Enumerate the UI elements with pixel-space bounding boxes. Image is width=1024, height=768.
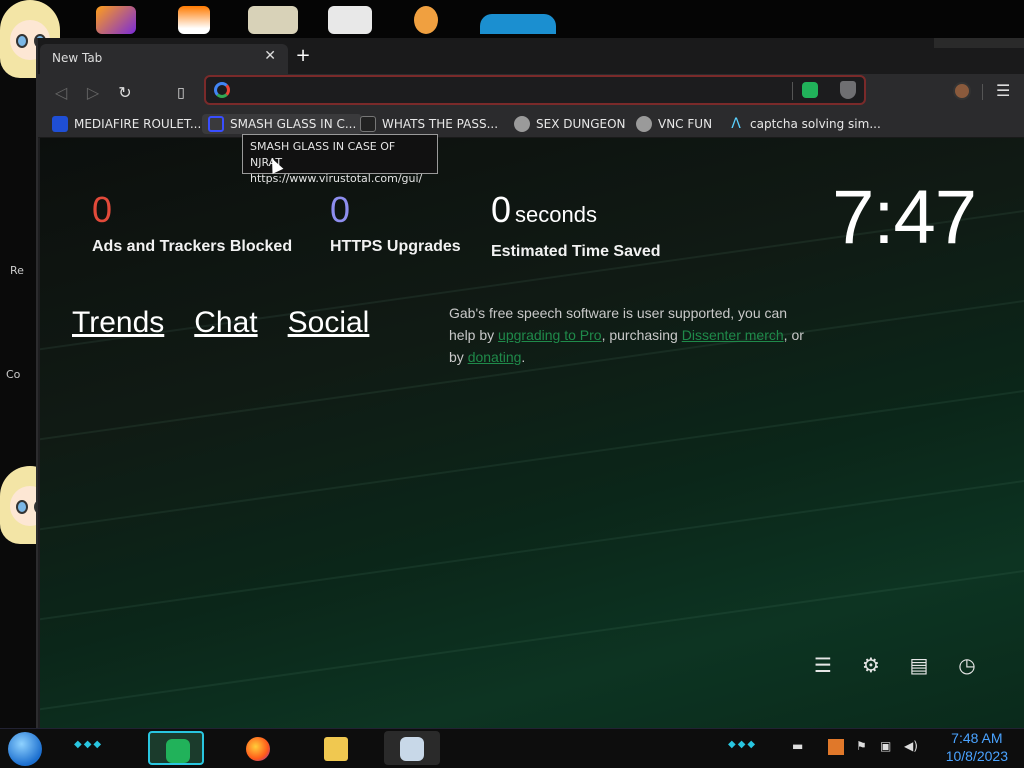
sliders-icon[interactable]: ☰ [812, 654, 834, 676]
bookmark-label: SMASH GLASS IN C... [230, 117, 357, 131]
reload-icon[interactable]: ↻ [114, 82, 136, 104]
desktop-top-strip [0, 0, 1024, 38]
virustotal-icon [208, 116, 224, 132]
stat-label: Estimated Time Saved [491, 243, 661, 260]
system-date: 10/8/2023 [945, 748, 1008, 764]
link-upgrade-pro[interactable]: upgrading to Pro [498, 327, 602, 343]
tab-bar: New Tab ✕ + [38, 38, 1024, 74]
mediafire-icon [52, 116, 68, 132]
bookmark-label: MEDIAFIRE ROULET... [74, 117, 202, 131]
stat-value: 0 [92, 189, 113, 230]
bookmark-label: WHATS THE PASS... [382, 117, 499, 131]
new-tab-button[interactable]: + [292, 46, 314, 68]
stat-https-upgrades: 0 HTTPS Upgrades [330, 190, 461, 256]
forward-icon[interactable]: ▷ [82, 82, 104, 104]
lambda-icon: Λ [731, 116, 741, 132]
ntp-links: Trends Chat Social [72, 306, 369, 340]
close-icon[interactable]: ✕ [264, 48, 276, 64]
start-button[interactable] [8, 732, 42, 766]
stat-unit: seconds [515, 202, 597, 227]
link-donating[interactable]: donating [468, 349, 522, 365]
desktop-left-strip: Re Co [0, 38, 36, 728]
blue-shape-desktop-icon [480, 14, 556, 34]
bookmark-label: captcha solving sim... [750, 117, 881, 131]
shield-icon[interactable] [840, 81, 856, 99]
stat-value: 0 [491, 189, 512, 230]
stat-label: Ads and Trackers Blocked [92, 238, 293, 255]
browser-window: New Tab ✕ + ◁ ▷ ↻ ▯ ☰ MEDIAFIRE ROULET..… [36, 38, 1024, 728]
vlc-desktop-icon[interactable] [178, 6, 210, 34]
skull-icon [514, 116, 530, 132]
firefox-icon [246, 737, 270, 761]
clock: 7:47 [832, 175, 977, 260]
profile-avatar[interactable] [953, 82, 971, 100]
stat-ads-blocked: 0 Ads and Trackers Blocked [92, 190, 292, 256]
volume-icon[interactable]: ◀) [904, 739, 920, 755]
taskbar-decoration: ◆◆◆ [728, 739, 758, 750]
taskbar-decoration: ◆◆◆ [74, 739, 104, 750]
tab-title: New Tab [52, 51, 103, 65]
bookmark-icon[interactable]: ▯ [170, 82, 192, 104]
toolbar: ◁ ▷ ↻ ▯ ☰ [38, 74, 1024, 110]
link-social[interactable]: Social [288, 306, 370, 340]
link-dissenter-merch[interactable]: Dissenter merch [682, 327, 784, 343]
window-controls[interactable] [934, 38, 1024, 48]
document-desktop-icon[interactable] [328, 6, 372, 34]
taskbar-gab-app[interactable] [148, 731, 204, 765]
google-icon [214, 82, 230, 98]
address-input[interactable] [238, 81, 778, 101]
desktop-label-1: Re [10, 264, 24, 277]
bookmark-item[interactable]: SEX DUNGEON [514, 114, 626, 134]
bookmarks-bar: MEDIAFIRE ROULET... SMASH GLASS IN C... … [38, 110, 1024, 138]
system-time: 7:48 AM [951, 730, 1003, 746]
flag-icon[interactable]: ⚑ [856, 739, 872, 755]
taskbar: ◆◆◆ ◆◆◆ ▬ ⚑ ▣ ◀) 7:48 AM 10/8/2023 [0, 728, 1024, 768]
link-trends[interactable]: Trends [72, 306, 164, 340]
network-icon [400, 737, 424, 761]
tray-app-icon[interactable] [828, 739, 844, 755]
tab-new-tab[interactable]: New Tab ✕ [40, 44, 288, 74]
taskbar-file-explorer[interactable] [308, 731, 364, 765]
gab-support-note: Gab's free speech software is user suppo… [449, 305, 804, 365]
network-tray-icon[interactable]: ▣ [880, 739, 896, 755]
bookmark-label: VNC FUN [658, 117, 713, 131]
stat-label: HTTPS Upgrades [330, 238, 461, 255]
desktop-label-2: Co [6, 368, 21, 381]
gab-app-icon [166, 739, 190, 763]
address-bar[interactable] [204, 75, 866, 105]
stat-value: 0 [330, 189, 351, 230]
menu-icon[interactable]: ☰ [996, 81, 1010, 100]
bookmark-item[interactable]: WHATS THE PASS... [360, 114, 498, 134]
bookmark-item[interactable]: SMASH GLASS IN C... [202, 114, 363, 134]
tooltip-url: https://www.virustotal.com/gui/ [250, 172, 423, 185]
taskbar-network-app[interactable] [384, 731, 440, 765]
gear-icon[interactable]: ⚙ [860, 654, 882, 676]
tray-expand-icon[interactable]: ▬ [792, 739, 808, 755]
new-tab-page: 0 Ads and Trackers Blocked 0 HTTPS Upgra… [40, 138, 1024, 728]
link-chat[interactable]: Chat [194, 306, 257, 340]
folder-icon [324, 737, 348, 761]
taskbar-firefox[interactable] [230, 731, 286, 765]
app-desktop-icon[interactable] [248, 6, 298, 34]
system-clock[interactable]: 7:48 AM 10/8/2023 [946, 729, 1008, 765]
hacker-icon [360, 116, 376, 132]
bookmark-item[interactable]: VNC FUN [636, 114, 712, 134]
bookmark-item[interactable]: Λ captcha solving sim... [728, 114, 881, 134]
stat-time-saved: 0 seconds Estimated Time Saved [491, 190, 661, 261]
back-icon[interactable]: ◁ [50, 82, 72, 104]
skull-icon [636, 116, 652, 132]
history-icon[interactable]: ◷ [956, 654, 978, 676]
firefox-desktop-icon[interactable] [96, 6, 136, 34]
bookmarks-icon[interactable]: ▤ [908, 654, 930, 676]
bookmark-label: SEX DUNGEON [536, 117, 626, 131]
gab-extension-icon[interactable] [802, 82, 818, 98]
user-desktop-icon[interactable] [414, 6, 438, 34]
bookmark-item[interactable]: MEDIAFIRE ROULET... [52, 114, 201, 134]
